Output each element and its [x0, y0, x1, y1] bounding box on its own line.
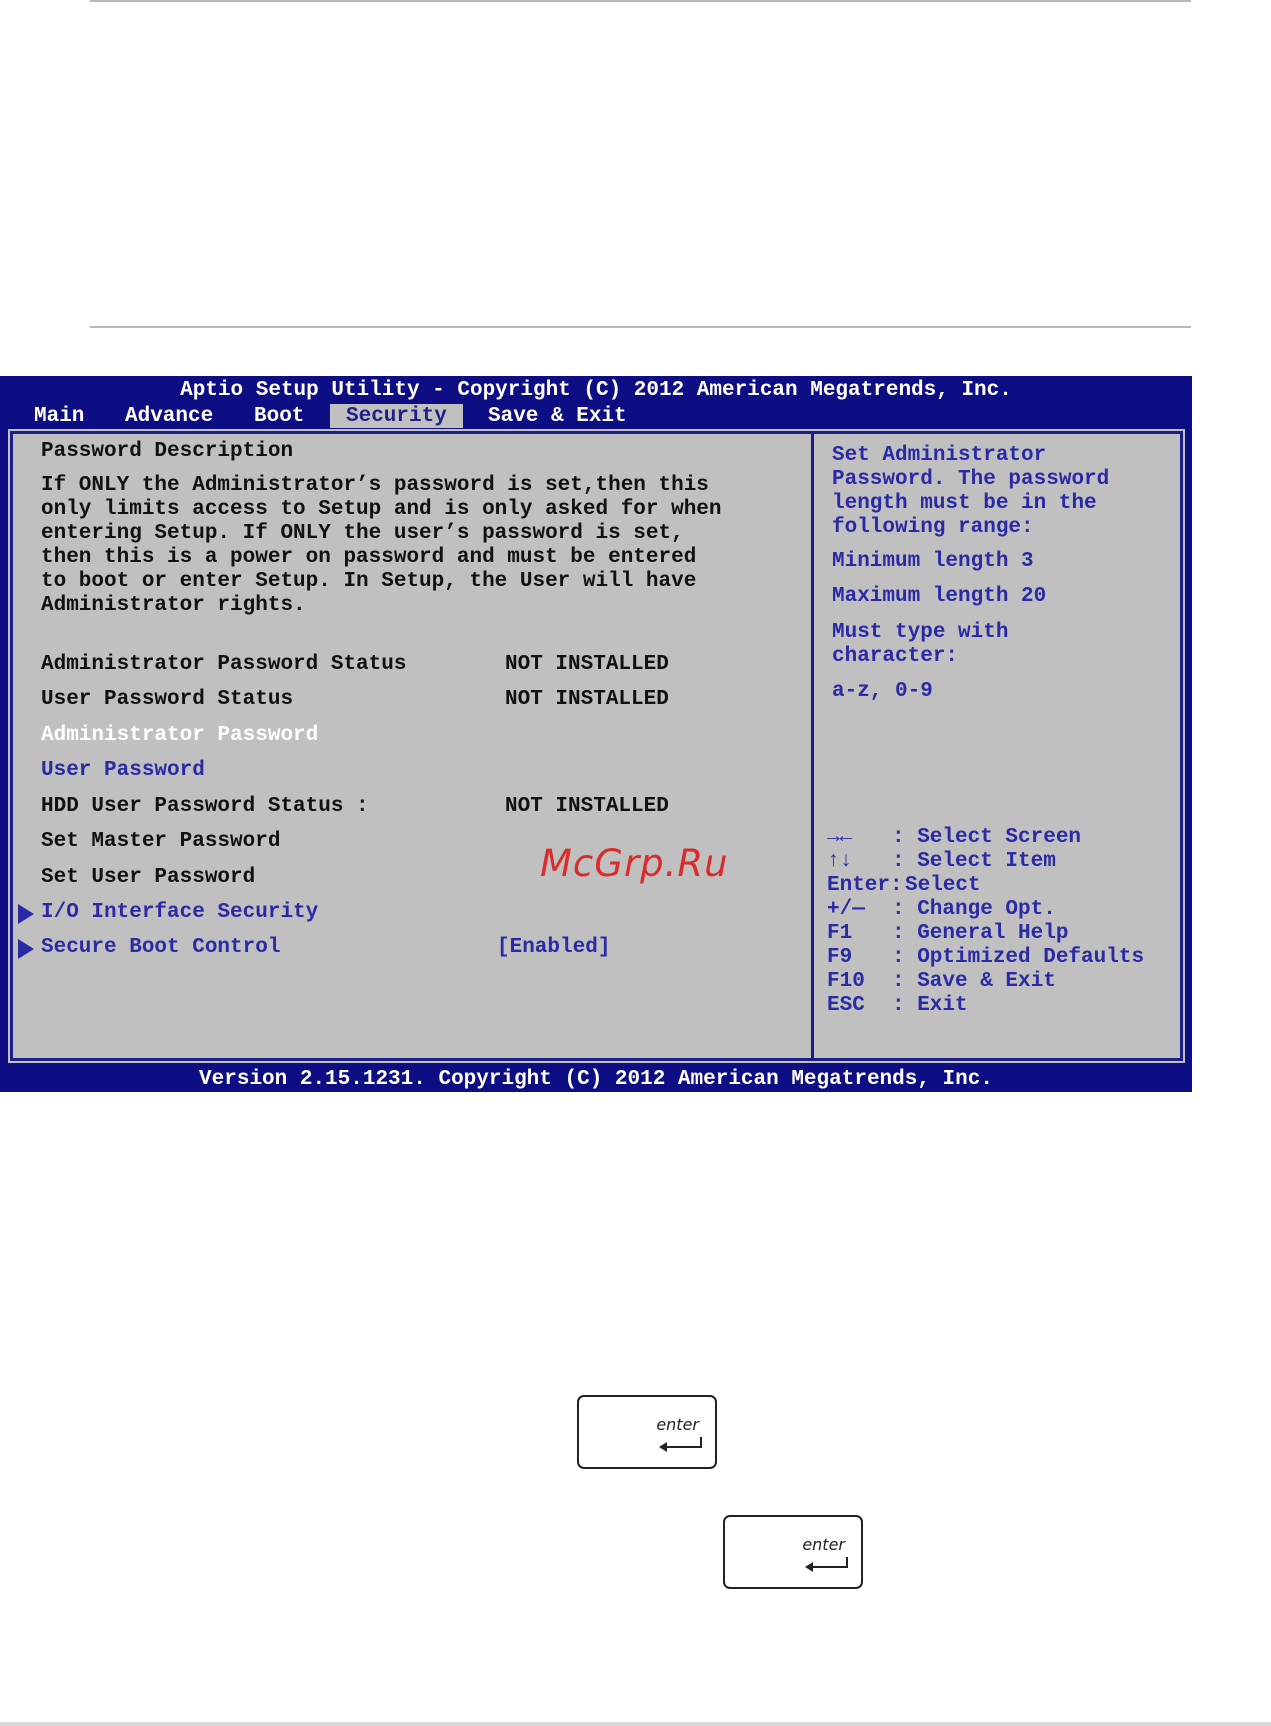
- help-text-line: Must type with: [832, 621, 1009, 644]
- admin-password-status-value: NOT INSTALLED: [505, 653, 669, 676]
- key-hint-key: →←: [827, 826, 853, 849]
- admin-password-status-label: Administrator Password Status: [41, 653, 407, 676]
- user-password-item[interactable]: User Password: [41, 759, 205, 783]
- panel-divider: [811, 431, 814, 1061]
- tab-main[interactable]: Main: [34, 404, 84, 428]
- set-user-password-item[interactable]: Set User Password: [41, 866, 255, 890]
- tab-boot[interactable]: Boot: [254, 404, 304, 428]
- key-hint-action: : General Help: [892, 922, 1069, 945]
- password-description-title: Password Description: [41, 440, 294, 463]
- key-hint-key: F10: [827, 970, 865, 993]
- key-hint-action: : Optimized Defaults: [892, 946, 1145, 969]
- bios-panel: Password Description If ONLY the Adminis…: [8, 429, 1185, 1063]
- submenu-arrow-icon: [18, 904, 34, 924]
- watermark: McGrp.Ru: [540, 842, 729, 885]
- tab-advance[interactable]: Advance: [125, 404, 213, 428]
- key-hint-key: F9: [827, 946, 853, 969]
- administrator-password-item[interactable]: Administrator Password: [41, 724, 318, 748]
- enter-key: enter: [577, 1395, 717, 1469]
- tab-save-exit[interactable]: Save & Exit: [488, 404, 627, 428]
- key-hint-action: : Select Screen: [892, 826, 1082, 849]
- description-line: entering Setup. If ONLY the user’s passw…: [41, 522, 684, 545]
- page-bottom-band: [0, 1722, 1271, 1726]
- key-hint-action: : Change Opt.: [892, 898, 1056, 921]
- key-hint-action: Select: [905, 874, 981, 897]
- key-hint-key: ↑↓: [827, 850, 853, 873]
- help-text-line: following range:: [832, 516, 1034, 539]
- section-divider: [90, 326, 1191, 328]
- key-hint-action: : Select Item: [892, 850, 1056, 873]
- help-min-length: Minimum length 3: [832, 550, 1034, 573]
- key-hint-action: : Exit: [892, 994, 968, 1017]
- user-password-status-label: User Password Status: [41, 688, 294, 711]
- key-hint-action: : Save & Exit: [892, 970, 1056, 993]
- secure-boot-control-item[interactable]: Secure Boot Control: [41, 936, 280, 960]
- help-text-line: Set Administrator: [832, 444, 1047, 467]
- io-interface-security-item[interactable]: I/O Interface Security: [41, 901, 318, 925]
- top-divider: [90, 0, 1191, 2]
- bios-version-footer: Version 2.15.1231. Copyright (C) 2012 Am…: [199, 1068, 993, 1091]
- secure-boot-control-value[interactable]: [Enabled]: [497, 936, 610, 960]
- key-hint-key: F1: [827, 922, 853, 945]
- help-max-length: Maximum length 20: [832, 585, 1047, 608]
- description-line: then this is a power on password and mus…: [41, 546, 697, 569]
- help-text-line: character:: [832, 645, 959, 668]
- bios-title: Aptio Setup Utility - Copyright (C) 2012…: [180, 379, 1012, 402]
- enter-key-label: enter: [802, 1535, 845, 1554]
- key-hint-key: Enter:: [827, 874, 903, 897]
- description-line: Administrator rights.: [41, 594, 306, 617]
- hdd-password-status-value: NOT INSTALLED: [505, 795, 669, 818]
- description-line: to boot or enter Setup. In Setup, the Us…: [41, 570, 697, 593]
- submenu-arrow-icon: [18, 939, 34, 959]
- description-line: only limits access to Setup and is only …: [41, 498, 722, 521]
- bios-screen: Aptio Setup Utility - Copyright (C) 2012…: [0, 376, 1192, 1092]
- help-text-line: Password. The password: [832, 468, 1110, 491]
- tab-security[interactable]: Security: [330, 404, 463, 428]
- hdd-password-status-label: HDD User Password Status :: [41, 795, 369, 818]
- enter-key-label: enter: [656, 1415, 699, 1434]
- enter-arrow-icon: [659, 1437, 702, 1452]
- description-line: If ONLY the Administrator’s password is …: [41, 474, 709, 497]
- set-master-password-item[interactable]: Set Master Password: [41, 830, 280, 854]
- help-text-line: length must be in the: [832, 492, 1097, 515]
- key-hint-key: ESC: [827, 994, 865, 1017]
- enter-arrow-icon: [805, 1557, 848, 1572]
- key-hint-key: +/—: [827, 898, 865, 921]
- user-password-status-value: NOT INSTALLED: [505, 688, 669, 711]
- tab-bar: Main Advance Boot Security Save & Exit: [0, 404, 1192, 428]
- help-allowed-chars: a-z, 0-9: [832, 680, 933, 703]
- enter-key: enter: [723, 1515, 863, 1589]
